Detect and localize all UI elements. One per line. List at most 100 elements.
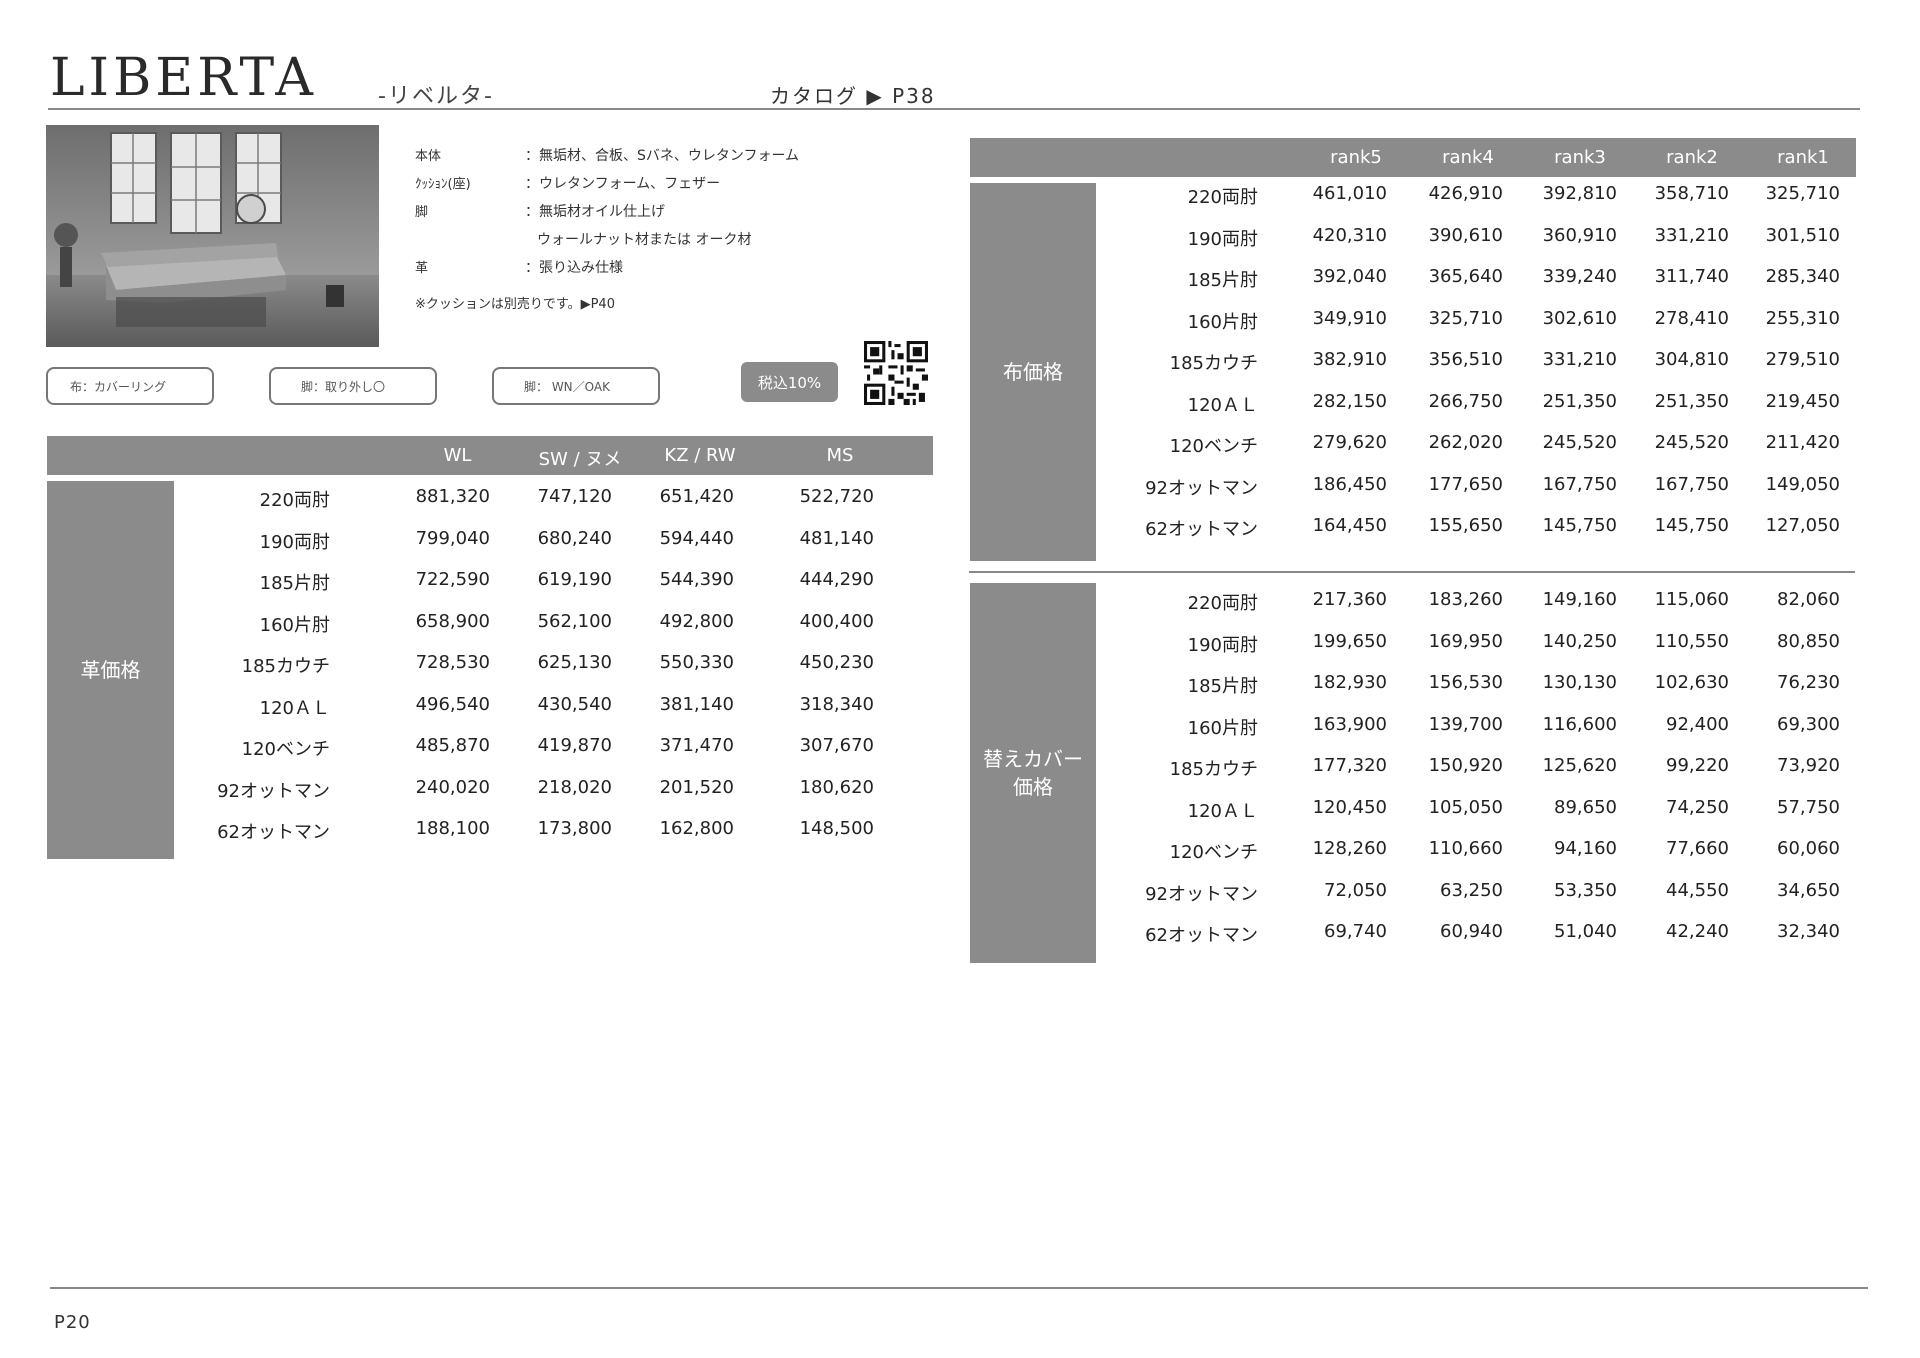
price-cell: 72,050 (1324, 879, 1387, 901)
price-cell: 42,240 (1666, 921, 1729, 942)
row-label: 120ベンチ (1169, 842, 1258, 863)
price-cell: 282,150 (1312, 390, 1387, 412)
price-cell: 177,320 (1312, 755, 1387, 776)
row-label: 190両肘 (1187, 634, 1258, 656)
price-cell: 110,660 (1428, 838, 1503, 859)
price-cell: 302,610 (1542, 307, 1617, 329)
price-cell: 140,250 (1542, 630, 1617, 652)
row-label: 185片肘 (1187, 676, 1258, 697)
price-cell: 149,050 (1765, 473, 1840, 495)
price-cell: 251,350 (1542, 390, 1617, 412)
price-cell: 163,900 (1312, 713, 1387, 735)
catalog-reference: カタログ ▶ P38 (770, 84, 936, 108)
rank-column-header: rank5 (1330, 147, 1382, 168)
price-cell: 77,660 (1666, 838, 1729, 859)
price-cell: 356,510 (1428, 349, 1503, 370)
row-label: 185カウチ (1169, 759, 1258, 780)
price-cell: 110,550 (1654, 630, 1729, 652)
price-cell: 251,350 (1654, 390, 1729, 412)
row-label: 185片肘 (1187, 270, 1258, 291)
price-cell: 182,930 (1312, 672, 1387, 693)
price-cell: 301,510 (1765, 224, 1840, 246)
row-label: 62オットマン (1145, 519, 1258, 540)
price-cell: 177,650 (1428, 473, 1503, 495)
price-cell: 420,310 (1312, 224, 1387, 246)
page-subtitle: -リベルタ- (378, 84, 494, 109)
price-cell: 279,620 (1312, 432, 1387, 453)
price-cell: 32,340 (1777, 921, 1840, 942)
price-cell: 311,740 (1654, 266, 1729, 287)
row-label: 185カウチ (1169, 353, 1258, 374)
price-cell: 262,020 (1428, 432, 1503, 453)
row-label: 160片肘 (1187, 717, 1258, 739)
row-label: 120ＡＬ (1187, 394, 1258, 416)
price-cell: 63,250 (1440, 879, 1503, 901)
footer-divider (50, 1287, 1868, 1289)
page-number: P20 (54, 1312, 91, 1333)
price-cell: 73,920 (1777, 755, 1840, 776)
rank-column-header: rank4 (1442, 147, 1494, 168)
rank-column-header: rank1 (1777, 147, 1829, 168)
spec-value: ：無垢材、合板、Sバネ、ウレタンフォーム (525, 148, 800, 164)
price-cell: 128,260 (1312, 838, 1387, 859)
price-cell: 365,640 (1428, 266, 1503, 287)
price-cell: 360,910 (1542, 224, 1617, 246)
price-cell: 99,220 (1666, 755, 1729, 776)
row-label: 120ベンチ (1169, 436, 1258, 457)
price-cell: 145,750 (1542, 515, 1617, 536)
price-cell: 155,650 (1428, 515, 1503, 536)
price-cell: 444,290 (799, 569, 874, 590)
price-cell: 426,910 (1428, 183, 1503, 204)
price-cell: 167,750 (1654, 473, 1729, 495)
price-cell: 349,910 (1312, 307, 1387, 329)
price-cell: 167,750 (1542, 473, 1617, 495)
cover-price-rows: 220両肘 217,360 183,260 149,160 115,060 82,060 1… (0, 589, 1920, 969)
price-cell: 156,530 (1428, 672, 1503, 693)
price-cell: 105,050 (1428, 796, 1503, 818)
price-cell: 278,410 (1654, 307, 1729, 329)
price-cell: 60,060 (1777, 838, 1840, 859)
price-cell: 53,350 (1554, 879, 1617, 901)
row-label: 92オットマン (1145, 477, 1258, 499)
price-cell: 358,710 (1654, 183, 1729, 204)
price-cell: 186,450 (1312, 473, 1387, 495)
price-cell: 76,230 (1777, 672, 1840, 693)
price-cell: 80,850 (1777, 630, 1840, 652)
price-cell: 217,360 (1312, 589, 1387, 610)
price-cell: 392,810 (1542, 183, 1617, 204)
price-cell: 279,510 (1765, 349, 1840, 370)
row-label: 220両肘 (1187, 187, 1258, 208)
fabric-price-rows: 220両肘 461,010 426,910 392,810 358,710 325,710… (0, 183, 1920, 563)
price-cell: 92,400 (1666, 713, 1729, 735)
price-cell: 57,750 (1777, 796, 1840, 818)
price-cell: 382,910 (1312, 349, 1387, 370)
price-cell: 69,300 (1777, 713, 1840, 735)
price-cell: 331,210 (1654, 224, 1729, 246)
price-cell: 544,390 (659, 569, 734, 590)
price-cell: 211,420 (1765, 432, 1840, 453)
price-cell: 183,260 (1428, 589, 1503, 610)
price-cell: 116,600 (1542, 713, 1617, 735)
row-label: 160片肘 (1187, 311, 1258, 333)
row-label: 62オットマン (1145, 925, 1258, 946)
price-cell: 60,940 (1440, 921, 1503, 942)
price-cell: 392,040 (1312, 266, 1387, 287)
price-cell: 255,310 (1765, 307, 1840, 329)
price-cell: 102,630 (1654, 672, 1729, 693)
row-label: 190両肘 (1187, 228, 1258, 250)
price-cell: 130,130 (1542, 672, 1617, 693)
price-cell: 619,190 (537, 569, 612, 590)
price-cell: 82,060 (1777, 589, 1840, 610)
rank-column-header: rank2 (1666, 147, 1718, 168)
price-cell: 325,710 (1428, 307, 1503, 329)
price-cell: 150,920 (1428, 755, 1503, 776)
price-cell: 390,610 (1428, 224, 1503, 246)
price-cell: 94,160 (1554, 838, 1617, 859)
price-cell: 127,050 (1765, 515, 1840, 536)
page-title: LIBERTA (50, 48, 317, 108)
price-cell: 149,160 (1542, 589, 1617, 610)
price-cell: 169,950 (1428, 630, 1503, 652)
price-cell: 325,710 (1765, 183, 1840, 204)
price-cell: 34,650 (1777, 879, 1840, 901)
row-label: 92オットマン (1145, 883, 1258, 905)
